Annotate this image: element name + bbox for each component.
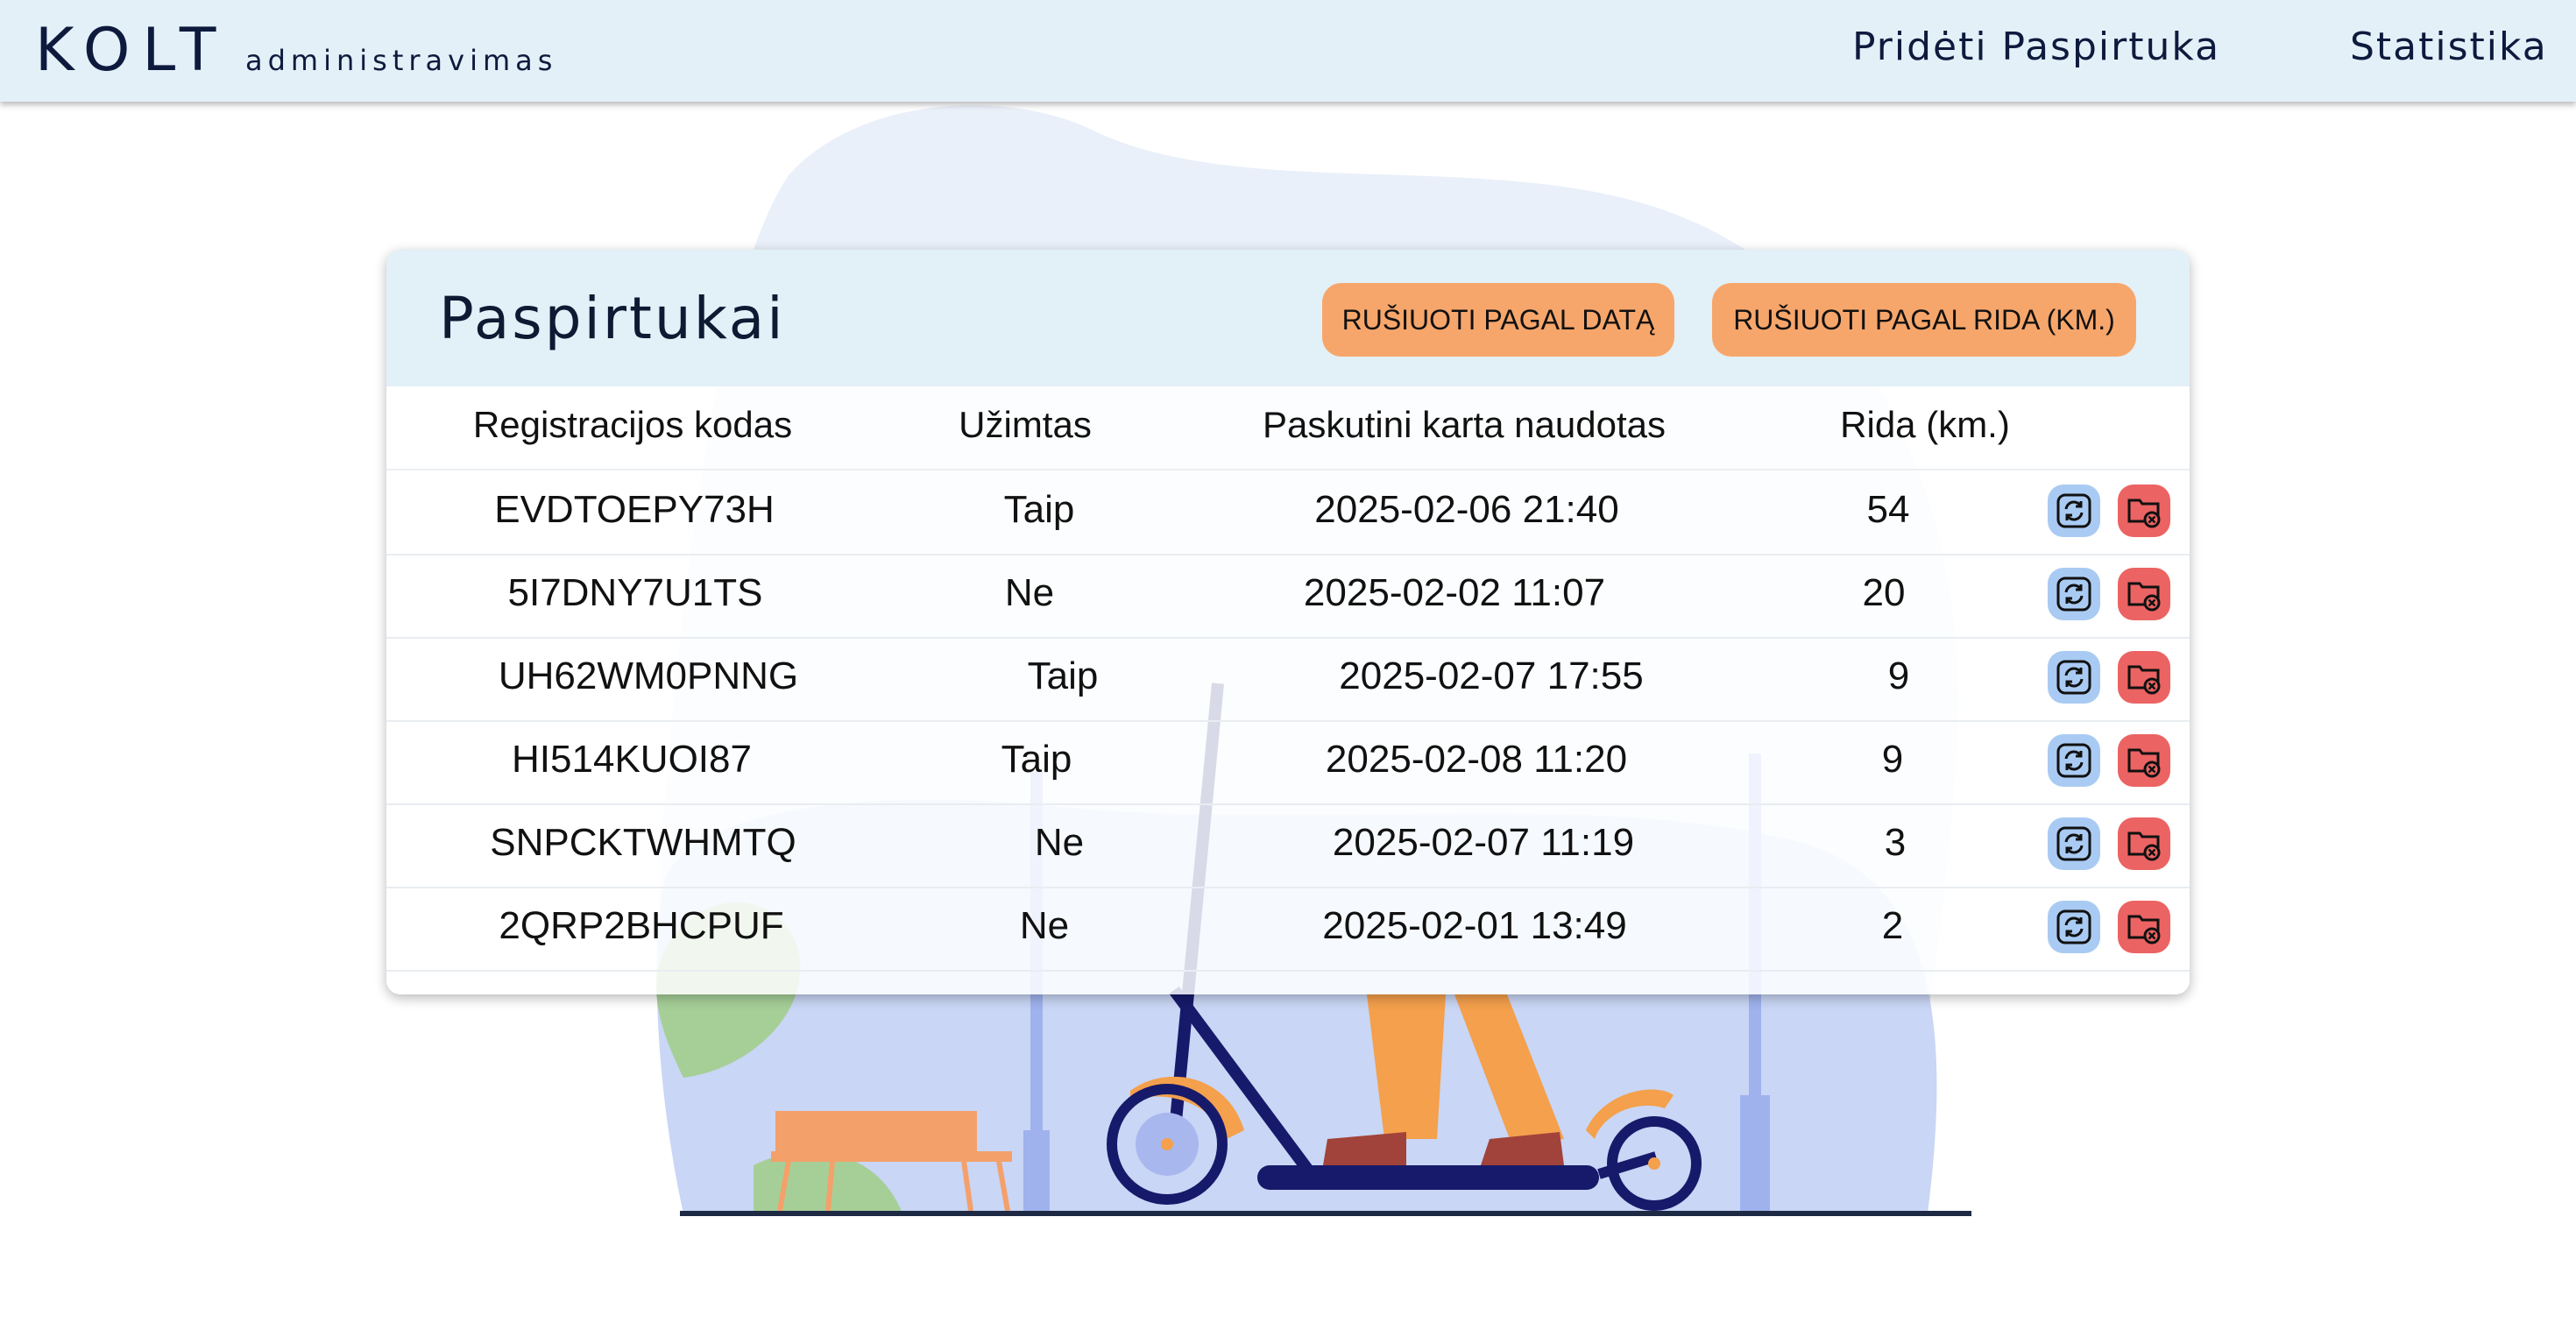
table-row: 5I7DNY7U1TS Ne 2025-02-02 11:07 20 bbox=[386, 554, 2190, 639]
refresh-icon bbox=[2056, 743, 2091, 778]
table-row: SNPCKTWHMTQ Ne 2025-02-07 11:19 3 bbox=[386, 803, 2190, 888]
cell-last-used: 2025-02-07 11:19 bbox=[1332, 821, 1635, 864]
delete-button[interactable] bbox=[2118, 901, 2170, 953]
delete-button[interactable] bbox=[2118, 734, 2170, 787]
column-header-registration-code: Registracijos kodas bbox=[472, 404, 793, 445]
refresh-icon bbox=[2056, 493, 2091, 528]
delete-folder-icon bbox=[2127, 582, 2161, 612]
refresh-icon bbox=[2056, 826, 2091, 861]
sort-by-mileage-button[interactable]: RUŠIUOTI PAGAL RIDA (KM.) bbox=[1712, 283, 2136, 357]
cell-mileage: 2 bbox=[1881, 904, 1904, 947]
cell-last-used: 2025-02-06 21:40 bbox=[1314, 488, 1619, 531]
column-header-last-used: Paskutini karta naudotas bbox=[1263, 404, 1666, 445]
cell-occupied: Ne bbox=[1019, 904, 1070, 947]
logo-text[interactable]: KOLT bbox=[35, 16, 228, 85]
cell-registration-code: 2QRP2BHCPUF bbox=[499, 904, 784, 947]
delete-folder-icon bbox=[2127, 499, 2161, 528]
logo-subtitle: administravimas bbox=[245, 44, 558, 77]
refresh-icon bbox=[2056, 577, 2091, 612]
refresh-icon bbox=[2056, 909, 2091, 944]
cell-registration-code: HI514KUOI87 bbox=[512, 738, 752, 781]
cell-mileage: 9 bbox=[1881, 738, 1904, 781]
delete-button[interactable] bbox=[2118, 651, 2170, 704]
refresh-icon bbox=[2056, 660, 2091, 695]
refresh-button[interactable] bbox=[2048, 817, 2100, 870]
delete-folder-icon bbox=[2127, 748, 2161, 778]
refresh-button[interactable] bbox=[2048, 568, 2100, 620]
cell-last-used: 2025-02-01 13:49 bbox=[1322, 904, 1627, 947]
cell-registration-code: 5I7DNY7U1TS bbox=[507, 571, 763, 614]
refresh-button[interactable] bbox=[2048, 734, 2100, 787]
cell-occupied: Ne bbox=[1034, 821, 1085, 864]
cell-registration-code: UH62WM0PNNG bbox=[498, 654, 799, 697]
refresh-button[interactable] bbox=[2048, 485, 2100, 537]
delete-button[interactable] bbox=[2118, 485, 2170, 537]
cell-occupied: Ne bbox=[1004, 571, 1055, 614]
sort-by-date-button[interactable]: RUŠIUOTI PAGAL DATĄ bbox=[1322, 283, 1674, 357]
cell-registration-code: SNPCKTWHMTQ bbox=[490, 821, 796, 864]
cell-occupied: Taip bbox=[1003, 488, 1075, 531]
column-header-mileage: Rida (km.) bbox=[1840, 404, 2010, 445]
table-row: EVDTOEPY73H Taip 2025-02-06 21:40 54 bbox=[386, 470, 2190, 555]
delete-folder-icon bbox=[2127, 915, 2161, 944]
refresh-button[interactable] bbox=[2048, 651, 2100, 704]
column-header-occupied: Užimtas bbox=[959, 404, 1092, 445]
delete-button[interactable] bbox=[2118, 817, 2170, 870]
nav-statistics-link[interactable]: Statistika bbox=[2350, 25, 2548, 69]
cell-mileage: 20 bbox=[1862, 571, 1906, 614]
cell-registration-code: EVDTOEPY73H bbox=[494, 488, 775, 531]
delete-folder-icon bbox=[2127, 665, 2161, 695]
cell-mileage: 3 bbox=[1884, 821, 1907, 864]
table-row: UH62WM0PNNG Taip 2025-02-07 17:55 9 bbox=[386, 637, 2190, 722]
table-row: HI514KUOI87 Taip 2025-02-08 11:20 9 bbox=[386, 720, 2190, 805]
refresh-button[interactable] bbox=[2048, 901, 2100, 953]
cell-occupied: Taip bbox=[1001, 738, 1072, 781]
page-title: Paspirtukai bbox=[439, 285, 786, 352]
delete-folder-icon bbox=[2127, 831, 2161, 861]
table-row: 2QRP2BHCPUF Ne 2025-02-01 13:49 2 bbox=[386, 887, 2190, 972]
cell-last-used: 2025-02-07 17:55 bbox=[1339, 654, 1644, 697]
cell-last-used: 2025-02-02 11:07 bbox=[1303, 571, 1606, 614]
cell-last-used: 2025-02-08 11:20 bbox=[1325, 738, 1628, 781]
delete-button[interactable] bbox=[2118, 568, 2170, 620]
cell-mileage: 54 bbox=[1866, 488, 1910, 531]
top-header: KOLT administravimas Pridėti Paspirtuka … bbox=[0, 0, 2576, 102]
nav-add-scooter-link[interactable]: Pridėti Paspirtuka bbox=[1852, 25, 2220, 69]
cell-occupied: Taip bbox=[1027, 654, 1099, 697]
cell-mileage: 9 bbox=[1887, 654, 1910, 697]
scooters-card: Paspirtukai RUŠIUOTI PAGAL DATĄ RUŠIUOTI… bbox=[386, 250, 2190, 994]
